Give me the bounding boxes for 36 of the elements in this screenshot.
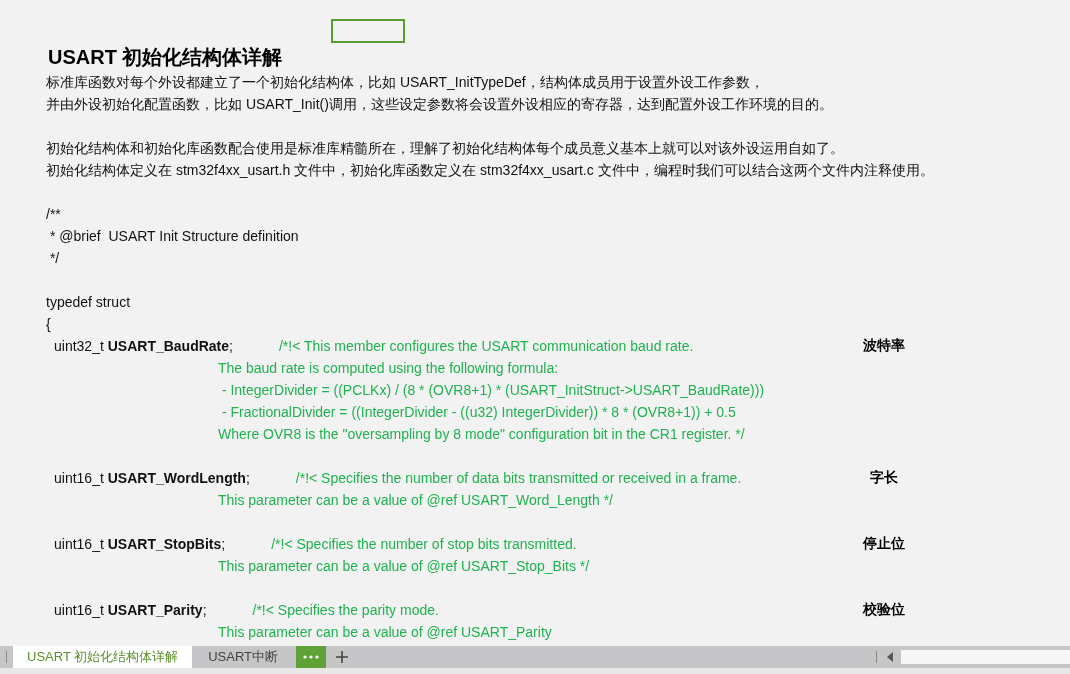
code-comment: /*!< This member configures the USART communication baud rate.: [278, 337, 694, 355]
member-note: 停止位: [863, 535, 905, 553]
code-comment: /**: [46, 205, 61, 223]
code-line: typedef struct: [46, 293, 131, 311]
code-comment: - FractionalDivider = ((IntegerDivider - ((u32) IntegerDivider)) * 8 * (OVR8+1)) + 0.5: [220, 403, 736, 421]
sheet-title: USART 初始化结构体详解: [47, 45, 284, 70]
code-comment: * @brief USART Init Structure definition: [48, 227, 299, 245]
paragraph-line: 初始化结构体定义在 stm32f4xx_usart.h 文件中，初始化库函数定义在 stm32f4xx_usart.c 文件中，编程时我们可以结合这两个文件内注释使用。: [46, 161, 934, 179]
member-note: 字长: [870, 469, 898, 487]
member-declaration: uint32_t USART_BaudRate;: [54, 337, 233, 355]
code-comment: - IntegerDivider = ((PCLKx) / (8 * (OVR8+1) * (USART_InitStruct->USART_BaudRate))): [220, 381, 765, 399]
code-comment: /*!< Specifies the number of stop bits transmitted.: [271, 535, 577, 553]
ellipsis-icon: [303, 655, 320, 659]
member-declaration: uint16_t USART_Parity;: [54, 601, 207, 619]
more-tabs-button[interactable]: [296, 646, 327, 668]
code-comment: This parameter can be a value of @ref USART_Word_Length */: [218, 491, 613, 509]
horizontal-scrollbar[interactable]: [901, 650, 1070, 664]
member-note: 校验位: [863, 601, 905, 619]
code-comment: /*!< Specifies the parity mode.: [252, 601, 439, 619]
member-declaration: uint16_t USART_WordLength;: [54, 469, 250, 487]
paragraph-line: 并由外设初始化配置函数，比如 USART_Init()调用，这些设定参数将会设置外设相应的寄存器，达到配置外设工作环境的目的。: [46, 95, 833, 113]
code-comment: This parameter can be a value of @ref USART_Stop_Bits */: [218, 557, 590, 575]
code-comment: This parameter can be a value of @ref USART_Parity: [218, 623, 552, 641]
member-declaration: uint16_t USART_StopBits;: [54, 535, 226, 553]
paragraph-line: 初始化结构体和初始化库函数配合使用是标准库精髓所在，理解了初始化结构体每个成员意义基本上就可以对该外设运用自如了。: [46, 139, 844, 157]
paragraph-line: 标准库函数对每个外设都建立了一个初始化结构体，比如 USART_InitTypeDef，结构体成员用于设置外设工作参数，: [46, 73, 764, 91]
code-comment: */: [48, 249, 60, 267]
code-comment: /*!< Specifies the number of data bits transmitted or received in a frame.: [295, 469, 742, 487]
add-sheet-icon[interactable]: [336, 651, 349, 663]
code-comment: The baud rate is computed using the following formula:: [218, 359, 559, 377]
member-note: 波特率: [863, 337, 905, 355]
code-line: {: [46, 315, 51, 333]
scroll-left-icon[interactable]: [887, 652, 893, 662]
selected-cell[interactable]: [331, 19, 405, 43]
sheet-tab[interactable]: USART 初始化结构体详解: [13, 646, 193, 668]
code-comment: Where OVR8 is the "oversampling by 8 mode" configuration bit in the CR1 register. */: [218, 425, 745, 443]
